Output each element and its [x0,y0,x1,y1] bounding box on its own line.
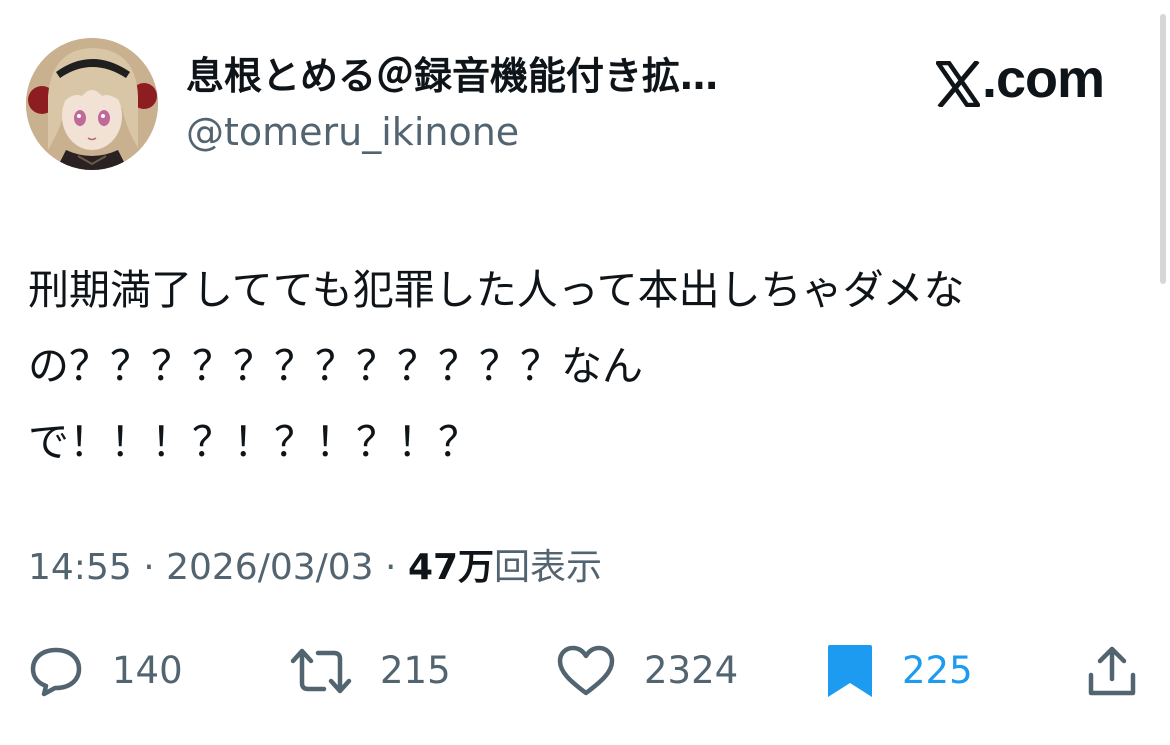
avatar-image [26,38,158,170]
tweet-meta: 14:55 · 2026/03/03 · 47万回表示 [28,544,602,592]
repost-button[interactable]: 215 [290,636,451,706]
tweet-card: 息根とめる＠録音機能付き拡… @tomeru_ikinone .com 刑期満了… [0,0,1170,745]
repost-icon [290,645,352,697]
reply-count: 140 [112,649,183,692]
brand-logo: .com [935,46,1105,112]
views-count: 47万 [407,547,495,588]
tweet-time[interactable]: 14:55 [28,547,132,588]
tweet-date[interactable]: 2026/03/03 [166,547,374,588]
tweet-text-line: で！！！？！？！？！？ [28,418,479,466]
meta-separator: · [373,547,408,588]
like-button[interactable]: 2324 [556,636,738,706]
avatar[interactable] [26,38,158,170]
reply-button[interactable]: 140 [28,636,183,706]
heart-icon [556,644,616,698]
views-label: 回表示 [494,547,603,588]
tweet-text-line: 刑期満了してても犯罪した人って本出しちゃダメな [28,266,965,314]
bookmark-button[interactable]: 225 [826,636,973,706]
like-count: 2324 [644,649,739,692]
meta-separator: · [131,547,167,588]
reply-icon [28,645,84,697]
bookmark-count: 225 [902,649,973,692]
share-button[interactable] [1084,636,1140,706]
scrollbar[interactable] [1160,14,1166,284]
tweet-text: 刑期満了してても犯罪した人って本出しちゃダメな の？？？？？？？？？？？？なん … [28,252,1138,480]
tweet-text-line: の？？？？？？？？？？？？なん [28,342,643,390]
bookmark-icon [826,643,874,699]
x-logo-icon [935,56,981,109]
user-handle[interactable]: @tomeru_ikinone [186,108,519,156]
share-icon [1084,643,1140,699]
display-name[interactable]: 息根とめる＠録音機能付き拡… [186,52,786,100]
action-bar: 140 215 2324 225 [0,636,1170,706]
repost-count: 215 [380,649,451,692]
brand-domain: .com [981,49,1105,109]
